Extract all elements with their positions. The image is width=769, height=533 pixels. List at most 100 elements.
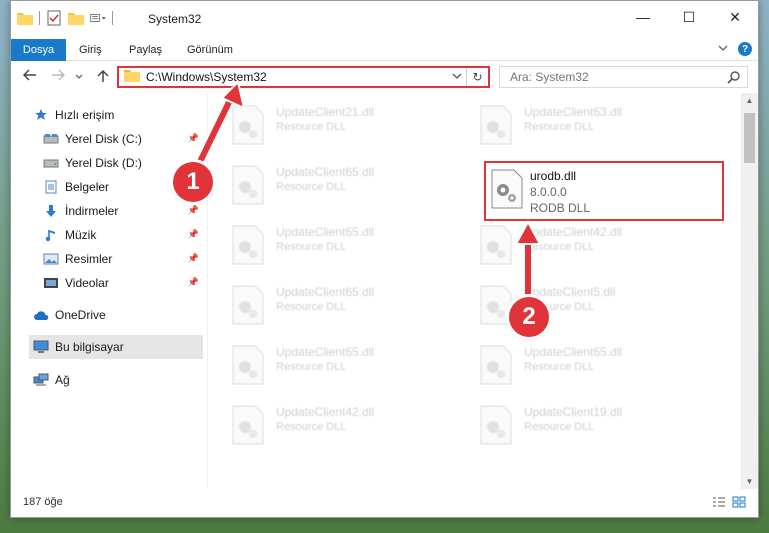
maximize-button[interactable]: ☐	[666, 1, 712, 33]
forward-arrow-icon[interactable]	[51, 69, 66, 84]
file-item[interactable]: UpdateClient65.dll Resource DLL	[216, 219, 456, 271]
chevron-down-icon[interactable]	[448, 72, 466, 83]
dll-file-icon	[232, 225, 264, 265]
search-icon[interactable]	[727, 70, 741, 87]
highlighted-file-item[interactable]: urodb.dll 8.0.0.0 RODB DLL	[484, 161, 724, 221]
file-name: UpdateClient65.dll	[276, 165, 375, 179]
nav-item-music[interactable]: Müzik 📌	[43, 223, 203, 247]
nav-item-label: OneDrive	[55, 308, 106, 322]
search-box[interactable]	[499, 66, 748, 88]
file-item[interactable]: UpdateClient19.dll Resource DLL	[464, 399, 704, 451]
status-bar: 187 öğe	[11, 489, 758, 517]
search-input[interactable]	[510, 67, 720, 87]
nav-item-downloads[interactable]: İndirmeler 📌	[43, 199, 203, 223]
ribbon-tabs: Dosya Giriş Paylaş Görünüm ?	[11, 39, 758, 61]
dll-file-icon	[480, 285, 512, 325]
music-icon	[43, 227, 59, 243]
details-view-icon[interactable]	[712, 496, 726, 511]
pane-divider	[207, 93, 208, 489]
dll-file-icon	[480, 405, 512, 445]
file-item[interactable]: UpdateClient65.dll Resource DLL	[216, 339, 456, 391]
dll-file-icon	[480, 345, 512, 385]
file-item[interactable]: UpdateClient65.dll Resource DLL	[216, 159, 456, 211]
scroll-down-icon[interactable]: ▼	[741, 477, 758, 486]
window-title: System32	[148, 12, 202, 26]
title-bar: System32 — ☐ ✕	[11, 1, 758, 39]
navigation-row: C:\Windows\System32 ↻	[11, 61, 758, 93]
address-path[interactable]: C:\Windows\System32	[146, 70, 448, 84]
tab-share[interactable]: Paylaş	[129, 39, 162, 61]
quick-access-toolbar	[17, 10, 113, 26]
file-item[interactable]: UpdateClient42.dll Resource DLL	[216, 399, 456, 451]
nav-item-label: Bu bilgisayar	[55, 340, 124, 354]
file-name: UpdateClient65.dll	[276, 225, 375, 239]
nav-item-label: Ağ	[55, 373, 70, 387]
pin-icon: 📌	[187, 205, 199, 215]
file-item[interactable]: UpdateClient42.dll Resource DLL	[464, 219, 704, 271]
nav-item-label: Yerel Disk (C:)	[65, 132, 142, 146]
back-arrow-icon[interactable]	[22, 69, 37, 84]
nav-item-onedrive[interactable]: OneDrive	[33, 303, 203, 327]
nav-item-label: İndirmeler	[65, 204, 119, 218]
dll-file-icon	[491, 169, 523, 209]
pin-icon: 📌	[187, 133, 199, 143]
file-item[interactable]: UpdateClient65.dll Resource DLL	[464, 339, 704, 391]
tab-home[interactable]: Giriş	[79, 39, 102, 61]
file-item[interactable]: UpdateClient63.dll Resource DLL	[464, 99, 704, 151]
refresh-icon[interactable]: ↻	[466, 68, 488, 86]
minimize-button[interactable]: —	[620, 1, 666, 33]
nav-item-this-pc[interactable]: Bu bilgisayar	[29, 335, 203, 359]
file-item[interactable]: UpdateClient21.dll Resource DLL	[216, 99, 456, 151]
nav-item-quick-access[interactable]: Hızlı erişim	[33, 103, 203, 127]
file-name: UpdateClient21.dll	[276, 105, 375, 119]
pictures-icon	[43, 251, 59, 267]
computer-icon	[33, 339, 49, 355]
pin-icon: 📌	[187, 277, 199, 287]
file-name: UpdateClient65.dll	[276, 285, 375, 299]
vertical-scrollbar[interactable]: ▲ ▼	[741, 93, 758, 489]
nav-item-videos[interactable]: Videolar 📌	[43, 271, 203, 295]
scroll-thumb[interactable]	[744, 113, 755, 163]
close-button[interactable]: ✕	[712, 1, 758, 33]
file-description: Resource DLL	[524, 241, 595, 253]
dll-file-icon	[232, 405, 264, 445]
videos-icon	[43, 275, 59, 291]
dll-file-icon	[232, 345, 264, 385]
nav-item-label: Hızlı erişim	[55, 108, 115, 122]
file-name: UpdateClient19.dll	[524, 405, 623, 419]
dll-file-icon	[232, 165, 264, 205]
up-arrow-icon[interactable]	[97, 69, 109, 86]
file-description: Resource DLL	[524, 421, 595, 433]
file-description: RODB DLL	[530, 201, 591, 215]
scroll-up-icon[interactable]: ▲	[741, 96, 758, 105]
nav-item-local-disk-c[interactable]: Yerel Disk (C:) 📌	[43, 127, 203, 151]
properties-icon[interactable]	[46, 10, 62, 26]
dll-file-icon	[232, 285, 264, 325]
file-name: UpdateClient5.dll	[524, 285, 616, 299]
tab-view[interactable]: Görünüm	[187, 39, 233, 61]
nav-item-network[interactable]: Ağ	[33, 368, 203, 392]
file-list: UpdateClient21.dll Resource DLL UpdateCl…	[216, 93, 741, 489]
folder-icon	[17, 10, 33, 26]
customize-toolbar-icon[interactable]	[90, 10, 106, 26]
file-name: UpdateClient65.dll	[276, 345, 375, 359]
new-folder-icon[interactable]	[68, 10, 84, 26]
tab-file[interactable]: Dosya	[11, 39, 66, 61]
file-item[interactable]: UpdateClient65.dll Resource DLL	[216, 279, 456, 331]
drive-icon	[43, 155, 59, 171]
recent-locations-icon[interactable]	[75, 72, 83, 82]
help-icon[interactable]: ?	[738, 42, 752, 56]
download-icon	[43, 203, 59, 219]
file-description: Resource DLL	[276, 361, 347, 373]
file-name: UpdateClient65.dll	[524, 345, 623, 359]
expand-ribbon-icon[interactable]	[718, 44, 728, 55]
file-description: Resource DLL	[524, 361, 595, 373]
large-icons-view-icon[interactable]	[732, 496, 746, 511]
file-name: UpdateClient42.dll	[276, 405, 375, 419]
address-bar[interactable]: C:\Windows\System32 ↻	[117, 66, 490, 88]
nav-item-label: Belgeler	[65, 180, 110, 194]
file-item[interactable]: UpdateClient5.dll Resource DLL	[464, 279, 704, 331]
toolbar-separator	[39, 11, 40, 25]
star-icon	[33, 107, 49, 123]
nav-item-pictures[interactable]: Resimler 📌	[43, 247, 203, 271]
